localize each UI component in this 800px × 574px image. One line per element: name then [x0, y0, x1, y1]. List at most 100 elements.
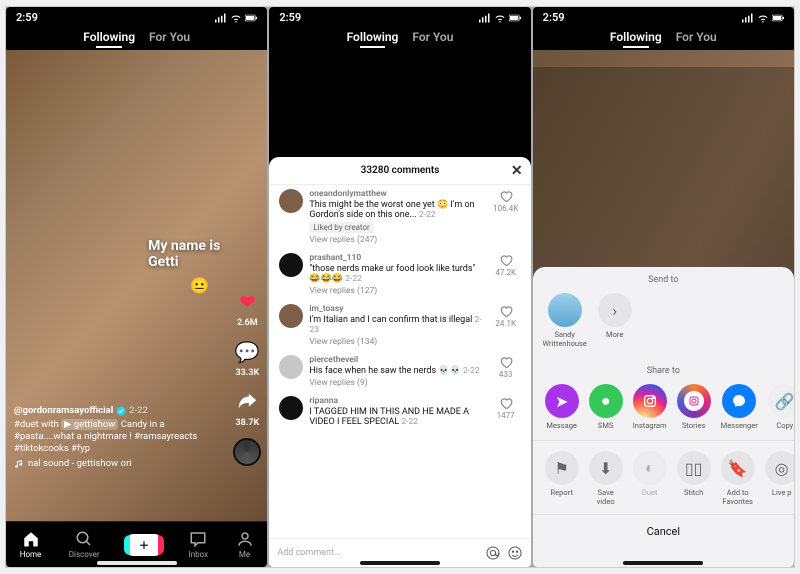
tab-following[interactable]: Following	[610, 30, 662, 44]
share-copy[interactable]: 🔗 Copy	[768, 384, 794, 430]
stories-icon	[677, 384, 711, 418]
share-to-row[interactable]: ➤ Message ● SMS Instagram	[533, 380, 794, 440]
comment-item: piercetheveil His face when he saw the n…	[279, 355, 520, 388]
video-overlay-text: My name is Getti	[148, 238, 220, 270]
view-replies[interactable]: View replies (247)	[309, 235, 484, 245]
share-message[interactable]: ➤ Message	[545, 384, 579, 430]
status-icons	[479, 13, 521, 23]
share-report[interactable]: ⚑ Report	[545, 451, 579, 506]
close-comments-button[interactable]: ✕	[511, 163, 523, 179]
view-replies[interactable]: View replies (9)	[309, 378, 484, 388]
tab-following[interactable]: Following	[347, 30, 399, 44]
share-action-row[interactable]: ⚑ Report ⬇ Save video ◐ Duet ▯▯ Stitch 🔖	[533, 440, 794, 514]
nav-home-label: Home	[20, 550, 42, 559]
share-icon	[233, 388, 261, 416]
share-instagram[interactable]: Instagram	[633, 384, 667, 430]
feed-video[interactable]: My name is Getti 😐 ❤ 2.6M 💬 33.3K 38.7K	[6, 50, 267, 521]
share-stitch[interactable]: ▯▯ Stitch	[677, 451, 711, 506]
share-action[interactable]: 38.7K	[233, 388, 261, 428]
comment-like[interactable]: 433	[491, 355, 521, 388]
comment-item: prashant_110 "those nerds make ur food l…	[279, 253, 520, 296]
comment-list[interactable]: oneandonlymatthew This might be the wors…	[269, 185, 530, 538]
heart-outline-icon	[499, 253, 513, 267]
duet-icon: ◐	[633, 451, 667, 485]
avatar[interactable]	[279, 355, 303, 379]
comment-like[interactable]: 1477	[491, 396, 521, 428]
home-indicator	[97, 561, 177, 565]
download-icon: ⬇	[589, 451, 623, 485]
share-live[interactable]: ◎ Live p	[765, 451, 794, 506]
mention-icon[interactable]	[485, 545, 501, 561]
wifi-icon	[494, 13, 506, 23]
nav-me[interactable]: Me	[236, 530, 254, 559]
live-photo-icon: ◎	[765, 451, 794, 485]
comment-action[interactable]: 💬 33.3K	[233, 338, 261, 378]
comment-text: I'm Italian and I can confirm that is il…	[309, 315, 484, 335]
like-action[interactable]: ❤ 2.6M	[233, 288, 261, 328]
share-save[interactable]: ⬇ Save video	[589, 451, 623, 506]
comment-user[interactable]: oneandonlymatthew	[309, 189, 484, 199]
contact-label: Sandy Writtenhouse	[542, 330, 586, 348]
tab-foryou[interactable]: For You	[676, 30, 717, 44]
send-to-title: Send to	[533, 267, 794, 289]
top-tabs: Following For You	[269, 26, 530, 50]
status-time: 2:59	[16, 11, 38, 24]
like-count: 2.6M	[237, 318, 258, 328]
send-contact[interactable]: Sandy Writtenhouse	[545, 293, 585, 348]
mention-pill[interactable]: ▶ gettishow	[61, 419, 118, 430]
share-duet[interactable]: ◐ Duet	[633, 451, 667, 506]
caption[interactable]: #duet with ▶ gettishow Candy in a #pasta…	[14, 419, 207, 455]
nav-create[interactable]: ＋	[127, 534, 161, 556]
more-contacts[interactable]: › More	[595, 293, 635, 339]
comment-item: im_toasy I'm Italian and I can confirm t…	[279, 304, 520, 347]
sound-text: nal sound - gettishow ori	[28, 458, 131, 469]
profile-icon	[236, 530, 254, 548]
comment-like-count: 47.2K	[495, 268, 516, 277]
nav-inbox[interactable]: Inbox	[189, 530, 209, 559]
share-stories[interactable]: Stories	[677, 384, 711, 430]
tab-foryou[interactable]: For You	[412, 30, 453, 44]
tab-foryou[interactable]: For You	[149, 30, 190, 44]
comment-user[interactable]: piercetheveil	[309, 355, 484, 365]
cancel-button[interactable]: Cancel	[533, 514, 794, 548]
status-time: 2:59	[279, 11, 301, 24]
video-meta: @gordonramsayofficial 2-22 #duet with ▶ …	[14, 405, 207, 469]
comment-item: ripanna I TAGGED HIM IN THIS AND HE MADE…	[279, 396, 520, 428]
sound-disc[interactable]	[233, 438, 261, 466]
nav-inbox-label: Inbox	[189, 550, 209, 559]
avatar[interactable]	[279, 253, 303, 277]
comment-like[interactable]: 47.2K	[491, 253, 521, 296]
comment-user[interactable]: prashant_110	[309, 253, 484, 263]
comment-like-count: 433	[499, 370, 513, 379]
heart-outline-icon	[499, 304, 513, 318]
avatar[interactable]	[279, 304, 303, 328]
username-row[interactable]: @gordonramsayofficial 2-22	[14, 405, 207, 416]
comment-like[interactable]: 106.4K	[491, 189, 521, 245]
emoji-icon[interactable]	[507, 545, 523, 561]
sound-row[interactable]: nal sound - gettishow ori	[14, 458, 207, 469]
comment-like[interactable]: 24.1K	[491, 304, 521, 347]
view-replies[interactable]: View replies (134)	[309, 337, 484, 347]
nav-home[interactable]: Home	[20, 530, 42, 559]
share-messenger[interactable]: Messenger	[721, 384, 758, 430]
view-replies[interactable]: View replies (127)	[309, 286, 484, 296]
copy-link-icon: 🔗	[768, 384, 794, 418]
share-count: 38.7K	[235, 418, 259, 428]
wifi-icon	[757, 13, 769, 23]
heart-outline-icon	[499, 396, 513, 410]
comment-input[interactable]: Add comment...	[277, 548, 478, 558]
comment-user[interactable]: ripanna	[309, 396, 484, 406]
flag-icon: ⚑	[545, 451, 579, 485]
messenger-icon	[722, 384, 756, 418]
tab-following[interactable]: Following	[83, 30, 135, 44]
home-indicator	[623, 561, 703, 565]
share-sms[interactable]: ● SMS	[589, 384, 623, 430]
verified-icon	[116, 406, 126, 416]
avatar[interactable]	[279, 189, 303, 213]
nav-discover[interactable]: Discover	[69, 530, 100, 559]
instagram-icon	[633, 384, 667, 418]
signal-icon	[742, 13, 754, 23]
avatar[interactable]	[279, 396, 303, 420]
share-favorites[interactable]: 🔖 Add to Favorites	[721, 451, 755, 506]
comment-user[interactable]: im_toasy	[309, 304, 484, 314]
